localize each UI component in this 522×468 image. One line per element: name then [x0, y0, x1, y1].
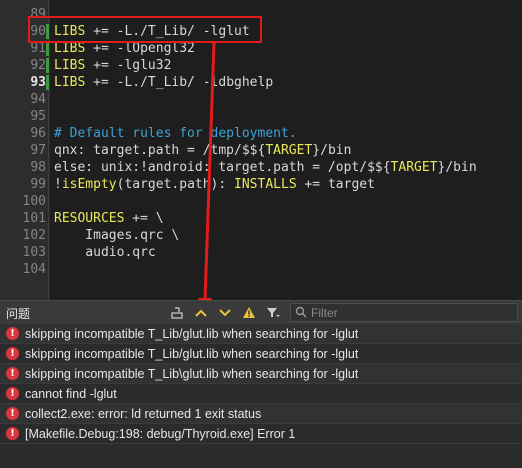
change-marker — [46, 75, 49, 90]
error-icon: ! — [6, 367, 19, 380]
issues-panel-title: 问题 — [6, 307, 31, 321]
code-line[interactable]: 102 Images.qrc \ — [0, 227, 522, 244]
code-text[interactable]: qnx: target.path = /tmp/$${TARGET}/bin — [54, 142, 351, 159]
code-text[interactable]: audio.qrc — [54, 244, 155, 261]
line-number: 95 — [30, 109, 46, 124]
error-icon: ! — [6, 327, 19, 340]
code-text[interactable]: RESOURCES += \ — [54, 210, 164, 227]
line-number: 91 — [30, 41, 46, 56]
code-text[interactable]: else: unix:!android: target.path = /opt/… — [54, 159, 477, 176]
issues-list: ! skipping incompatible T_Lib/glut.lib wh… — [0, 324, 522, 468]
filter-menu-icon[interactable] — [264, 303, 282, 322]
error-icon: ! — [6, 407, 19, 420]
code-text[interactable]: Images.qrc \ — [54, 227, 179, 244]
code-line[interactable]: 99 !isEmpty(target.path): INSTALLS += tar… — [0, 176, 522, 193]
code-editor[interactable]: 89 90 LIBS += -L./T_Lib/ -lglut 91 LIBS += -… — [0, 0, 522, 300]
line-number: 101 — [22, 211, 46, 226]
line-number: 102 — [22, 228, 46, 243]
code-text[interactable]: # Default rules for deployment. — [54, 125, 297, 142]
error-icon: ! — [6, 387, 19, 400]
code-line[interactable]: 93 LIBS += -L./T_Lib/ -ldbghelp — [0, 74, 522, 91]
line-number: 97 — [30, 143, 46, 158]
code-text[interactable]: LIBS += -L./T_Lib/ -ldbghelp — [54, 74, 273, 91]
chevron-up-icon[interactable] — [192, 303, 210, 322]
change-marker — [46, 58, 49, 73]
line-number: 103 — [22, 245, 46, 260]
issue-row[interactable]: ! skipping incompatible T_Lib/glut.lib wh… — [0, 324, 522, 344]
code-line[interactable]: 97 qnx: target.path = /tmp/$${TARGET}/bin — [0, 142, 522, 159]
filter-input[interactable] — [311, 305, 511, 320]
issue-row[interactable]: ! skipping incompatible T_Lib/glut.lib wh… — [0, 344, 522, 364]
line-number: 90 — [30, 24, 46, 39]
code-text[interactable]: LIBS += -L./T_Lib/ -lglut — [54, 23, 250, 40]
issue-message: skipping incompatible T_Lib\glut.lib whe… — [25, 367, 359, 381]
issue-message: cannot find -lglut — [25, 387, 117, 401]
issue-row[interactable]: ! skipping incompatible T_Lib\glut.lib wh… — [0, 364, 522, 384]
line-number: 99 — [30, 177, 46, 192]
code-text[interactable]: LIBS += -lglu32 — [54, 57, 171, 74]
line-number: 93 — [30, 75, 46, 90]
code-line[interactable]: 94 — [0, 91, 522, 108]
issue-row[interactable]: ! collect2.exe: error: ld returned 1 exit… — [0, 404, 522, 424]
search-icon — [295, 306, 307, 321]
code-line[interactable]: 101 RESOURCES += \ — [0, 210, 522, 227]
chevron-down-icon[interactable] — [216, 303, 234, 322]
line-number: 92 — [30, 58, 46, 73]
issue-message: collect2.exe: error: ld returned 1 exit … — [25, 407, 262, 421]
issue-row[interactable]: ! cannot find -lglut — [0, 384, 522, 404]
issue-message: skipping incompatible T_Lib/glut.lib whe… — [25, 327, 359, 341]
code-text[interactable]: LIBS += -lOpengl32 — [54, 40, 195, 57]
error-icon: ! — [6, 347, 19, 360]
code-line[interactable]: 95 — [0, 108, 522, 125]
issue-message: [Makefile.Debug:198: debug/Thyroid.exe] … — [25, 427, 296, 441]
line-number: 94 — [30, 92, 46, 107]
code-text[interactable]: !isEmpty(target.path): INSTALLS += targe… — [54, 176, 375, 193]
change-marker — [46, 41, 49, 56]
code-line[interactable]: 100 — [0, 193, 522, 210]
clear-issues-icon[interactable] — [168, 303, 186, 322]
issues-toolbar: 问题 — [0, 300, 522, 324]
code-line[interactable]: 90 LIBS += -L./T_Lib/ -lglut — [0, 23, 522, 40]
line-number: 100 — [22, 194, 46, 209]
error-icon: ! — [6, 427, 19, 440]
issue-message: skipping incompatible T_Lib/glut.lib whe… — [25, 347, 359, 361]
change-marker — [46, 24, 49, 39]
code-line[interactable]: 89 — [0, 6, 522, 23]
filter-field[interactable] — [290, 303, 518, 322]
line-number: 98 — [30, 160, 46, 175]
code-line[interactable]: 91 LIBS += -lOpengl32 — [0, 40, 522, 57]
line-number: 104 — [22, 262, 46, 277]
code-line[interactable]: 96 # Default rules for deployment. — [0, 125, 522, 142]
code-line[interactable]: 98 else: unix:!android: target.path = /op… — [0, 159, 522, 176]
line-number: 96 — [30, 126, 46, 141]
line-number: 89 — [30, 7, 46, 22]
issue-row[interactable]: ! [Makefile.Debug:198: debug/Thyroid.exe]… — [0, 424, 522, 444]
code-line[interactable]: 104 — [0, 261, 522, 278]
code-line[interactable]: 92 LIBS += -lglu32 — [0, 57, 522, 74]
code-line[interactable]: 103 audio.qrc — [0, 244, 522, 261]
warning-icon[interactable] — [240, 303, 258, 322]
